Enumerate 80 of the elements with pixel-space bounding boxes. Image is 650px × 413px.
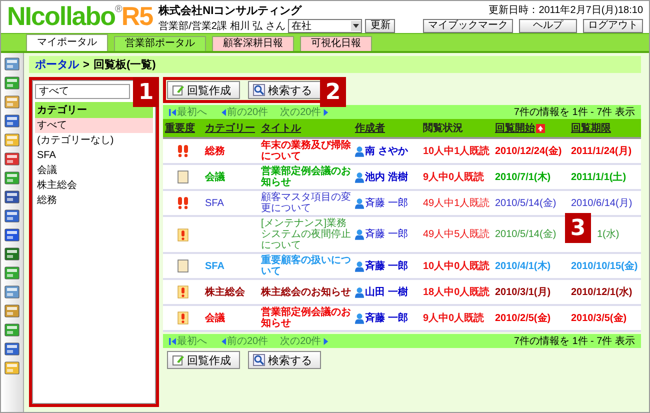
callout-badge: 2 (320, 77, 346, 107)
category-item[interactable]: SFA (35, 148, 153, 163)
pencil-note-icon (172, 354, 184, 366)
search-icon (253, 84, 265, 96)
category-item[interactable]: すべて (35, 118, 153, 133)
user-name: 営業部/営業2課 相川 弘 さん (158, 20, 286, 33)
header-button[interactable]: ログアウト (583, 19, 643, 33)
next-page-icon (322, 108, 330, 116)
title-link[interactable]: 年末の業務及び掃除について (261, 140, 351, 162)
read-status: 10人中0人既読 (423, 260, 490, 272)
read-status: 9人中0人既読 (423, 172, 484, 182)
category-cell: 会議 (205, 312, 225, 324)
previous-page-icon (219, 336, 226, 346)
breadcrumb-link[interactable]: ポータル (35, 57, 79, 72)
read-status: 49人中5人既読 (423, 229, 490, 240)
deadline-date: 1(水) (596, 229, 620, 240)
read-status: 18人中0人既読 (423, 286, 490, 298)
category-cell: SFA (205, 260, 224, 272)
tab[interactable]: 営業部ポータル (114, 36, 206, 51)
deadline-date: 2010/6/14(月) (571, 198, 632, 208)
read-status: 10人中1人既読 (423, 146, 490, 156)
tab[interactable]: マイポータル (26, 34, 108, 51)
category-cell: 株主総会 (205, 286, 245, 298)
category-heading: カテゴリー (35, 102, 153, 118)
start-date: 2010/3/1(月) (495, 286, 551, 298)
update-button[interactable]: 更新 (365, 19, 396, 33)
window-icon[interactable] (4, 284, 20, 300)
breadcrumb-separator: > (83, 58, 90, 70)
company-name: 株式会社NIコンサルティング (158, 4, 303, 18)
callout-badge: 3 (565, 213, 591, 243)
create-button[interactable]: 回覧作成 (167, 351, 240, 369)
search-button[interactable]: 検索する (248, 81, 321, 99)
callout-badge: 1 (133, 77, 159, 107)
category-item[interactable]: (カテゴリーなし) (35, 133, 153, 148)
record-count: 7件の情報を 1件 - 7件 表示 (514, 106, 635, 119)
start-date: 2010/12/24(金) (495, 146, 562, 156)
next-page-icon (322, 336, 330, 346)
header-button[interactable]: ヘルプ (519, 19, 577, 33)
read-status: 49人中1人既読 (423, 198, 490, 208)
search-button[interactable]: 検索する (248, 351, 321, 369)
status-select[interactable]: 在社 (288, 19, 362, 33)
category-item[interactable]: 総務 (35, 193, 153, 208)
logo: NIcollabo$^{®}$R5 (7, 3, 153, 29)
deadline-date: 2011/1/1(土) (571, 172, 626, 182)
search-icon (253, 354, 265, 366)
first-page-icon (169, 108, 176, 116)
title-link[interactable]: [メンテナンス]業務システムの夜間停止について (261, 218, 351, 251)
header-button[interactable]: マイブックマーク (423, 19, 513, 33)
category-cell: SFA (205, 198, 224, 208)
category-item[interactable]: 会議 (35, 163, 153, 178)
start-date: 2010/7/1(木) (495, 172, 551, 182)
title-link[interactable]: 顧客マスタ項目の変更について (261, 192, 351, 214)
start-date: 2010/2/5(金) (495, 312, 551, 324)
start-date: 2010/5/14(金) (495, 198, 556, 208)
record-count: 7件の情報を 1件 - 7件 表示 (514, 334, 635, 348)
title-link[interactable]: 営業部定例会議のお知らせ (261, 307, 351, 329)
pencil-note-icon (172, 84, 184, 96)
update-timestamp: 更新日時：2011年2月7日(月)18:10 (488, 4, 643, 17)
sort-ascending-icon[interactable] (536, 124, 545, 133)
category-cell: 会議 (205, 172, 225, 182)
dropdown-arrow-icon (351, 21, 362, 31)
category-item[interactable]: 株主総会 (35, 178, 153, 193)
deadline-date: 2010/12/1(水) (571, 286, 632, 298)
tab[interactable]: 可視化日報 (300, 36, 372, 51)
tab[interactable]: 顧客深耕日報 (212, 36, 294, 51)
read-status: 9人中0人既読 (423, 312, 484, 324)
category-cell: 総務 (205, 146, 225, 156)
previous-page-icon (219, 108, 226, 116)
category-search-field[interactable]: すべて (35, 84, 130, 99)
deadline-date: 2011/1/24(月) (571, 146, 632, 156)
deadline-date: 2010/10/15(金) (571, 260, 638, 272)
first-page-icon (169, 336, 176, 346)
start-date: 2010/4/1(木) (495, 260, 551, 272)
start-date: 2010/5/14(金) (495, 229, 556, 240)
author-link[interactable]: 斉藤 一郎 (365, 229, 408, 240)
page-title: 回覧板(一覧) (93, 58, 156, 72)
create-button[interactable]: 回覧作成 (167, 81, 240, 99)
window-icon[interactable] (4, 56, 20, 72)
column-header: 閲覧状況 (423, 123, 463, 134)
deadline-date: 2010/3/5(金) (571, 312, 627, 324)
